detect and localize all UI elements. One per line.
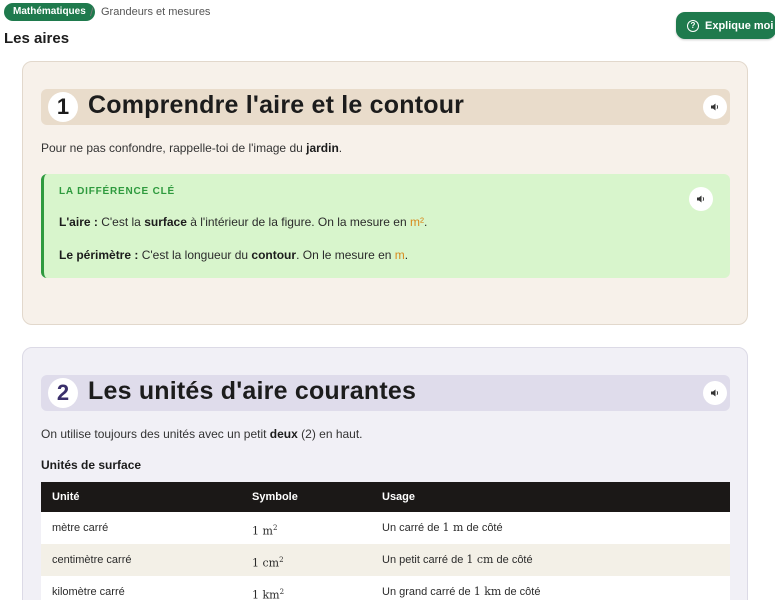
column-header-usage: Usage: [382, 491, 416, 503]
perimeter-label: Le périmètre :: [59, 248, 139, 262]
area-label: L'aire :: [59, 215, 98, 229]
breadcrumb-separator: /: [90, 5, 94, 19]
usage-text: Un carré de: [382, 522, 443, 534]
subject-badge[interactable]: Mathématiques: [4, 3, 95, 21]
section-number: 2: [48, 378, 78, 408]
section-title: Les unités d'aire courantes: [88, 377, 417, 405]
usage-end: de côté: [463, 522, 503, 534]
callout-speaker-button[interactable]: [689, 187, 713, 211]
symbol-base: 1 km: [252, 588, 280, 600]
usage-measure: 1 m: [442, 521, 464, 534]
page-title: Les aires: [4, 30, 70, 47]
area-end: .: [423, 215, 428, 229]
usage-cell: Un grand carré de 1 km de côté: [382, 576, 540, 600]
usage-cell: Un carré de 1 m de côté: [382, 512, 503, 544]
table-title: Unités de surface: [41, 458, 142, 472]
help-circle-icon: ?: [687, 19, 699, 32]
table-row: mètre carré 1 m2 Un carré de 1 m de côté: [41, 512, 730, 544]
usage-text: Un petit carré de: [382, 554, 467, 566]
perimeter-definition: Le périmètre : C'est la longueur du cont…: [59, 248, 408, 262]
area-unit: m²: [409, 215, 424, 229]
usage-cell: Un petit carré de 1 cm de côté: [382, 544, 533, 576]
column-header-unit: Unité: [52, 491, 80, 503]
speaker-button[interactable]: [703, 95, 727, 119]
column-header-symbol: Symbole: [252, 491, 298, 503]
usage-text: Un grand carré de: [382, 586, 474, 598]
explain-button-label: Explique moi: [705, 19, 774, 32]
symbol-exponent: 2: [272, 524, 278, 532]
intro-end: .: [338, 141, 343, 155]
symbol-cell: 1 cm2: [252, 544, 284, 580]
symbol-base: 1 m: [252, 524, 273, 538]
table-row: kilomètre carré 1 km2 Un grand carré de …: [41, 576, 730, 600]
section-intro: On utilise toujours des unités avec un p…: [41, 427, 363, 441]
top-header: Mathématiques / Grandeurs et mesures Les…: [0, 0, 775, 58]
section-title: Comprendre l'aire et le contour: [88, 91, 465, 119]
symbol-exponent: 2: [279, 588, 285, 596]
intro-bold: jardin: [306, 141, 339, 155]
area-text-2: à l'intérieur de la figure. On la mesure…: [186, 215, 410, 229]
breadcrumb-topic[interactable]: Grandeurs et mesures: [101, 6, 210, 18]
intro-text: On utilise toujours des unités avec un p…: [41, 427, 270, 441]
area-bold: surface: [144, 215, 187, 229]
speaker-icon: [711, 103, 719, 111]
intro-end: (2) en haut.: [297, 427, 363, 441]
perimeter-text: C'est la longueur du: [138, 248, 252, 262]
section-heading: 2 Les unités d'aire courantes: [41, 375, 730, 411]
speaker-icon: [711, 389, 719, 397]
usage-measure: 1 cm: [466, 553, 494, 566]
area-text: C'est la: [97, 215, 145, 229]
symbol-exponent: 2: [279, 556, 284, 564]
intro-bold: deux: [269, 427, 298, 441]
perimeter-bold: contour: [251, 248, 297, 262]
section-card-area-vs-perimeter: 1 Comprendre l'aire et le contour Pour n…: [22, 61, 748, 325]
area-definition: L'aire : C'est la surface à l'intérieur …: [59, 215, 427, 229]
perimeter-unit: m: [394, 248, 405, 262]
unit-cell: centimètre carré: [52, 554, 132, 566]
symbol-cell: 1 m2: [252, 512, 277, 548]
callout-title: LA DIFFÉRENCE CLÉ: [59, 186, 176, 197]
symbol-base: 1 cm: [252, 556, 280, 570]
table-row: centimètre carré 1 cm2 Un petit carré de…: [41, 544, 730, 576]
speaker-icon: [697, 195, 705, 203]
perimeter-end: .: [404, 248, 409, 262]
unit-cell: kilomètre carré: [52, 586, 125, 598]
intro-text: Pour ne pas confondre, rappelle-toi de l…: [41, 141, 307, 155]
usage-end: de côté: [493, 554, 533, 566]
usage-measure: 1 km: [473, 585, 502, 598]
units-table: Unité Symbole Usage mètre carré 1 m2 Un …: [41, 482, 730, 600]
section-heading: 1 Comprendre l'aire et le contour: [41, 89, 730, 125]
key-difference-callout: LA DIFFÉRENCE CLÉ L'aire : C'est la surf…: [41, 174, 730, 278]
section-number: 1: [48, 92, 78, 122]
speaker-button[interactable]: [703, 381, 727, 405]
usage-end: de côté: [501, 586, 541, 598]
section-intro: Pour ne pas confondre, rappelle-toi de l…: [41, 141, 342, 155]
table-header-row: Unité Symbole Usage: [41, 482, 730, 512]
explain-button[interactable]: ? Explique moi: [676, 12, 775, 39]
perimeter-text-2: . On le mesure en: [296, 248, 395, 262]
section-card-area-units: 2 Les unités d'aire courantes On utilise…: [22, 347, 748, 600]
unit-cell: mètre carré: [52, 522, 109, 534]
symbol-cell: 1 km2: [252, 576, 284, 600]
